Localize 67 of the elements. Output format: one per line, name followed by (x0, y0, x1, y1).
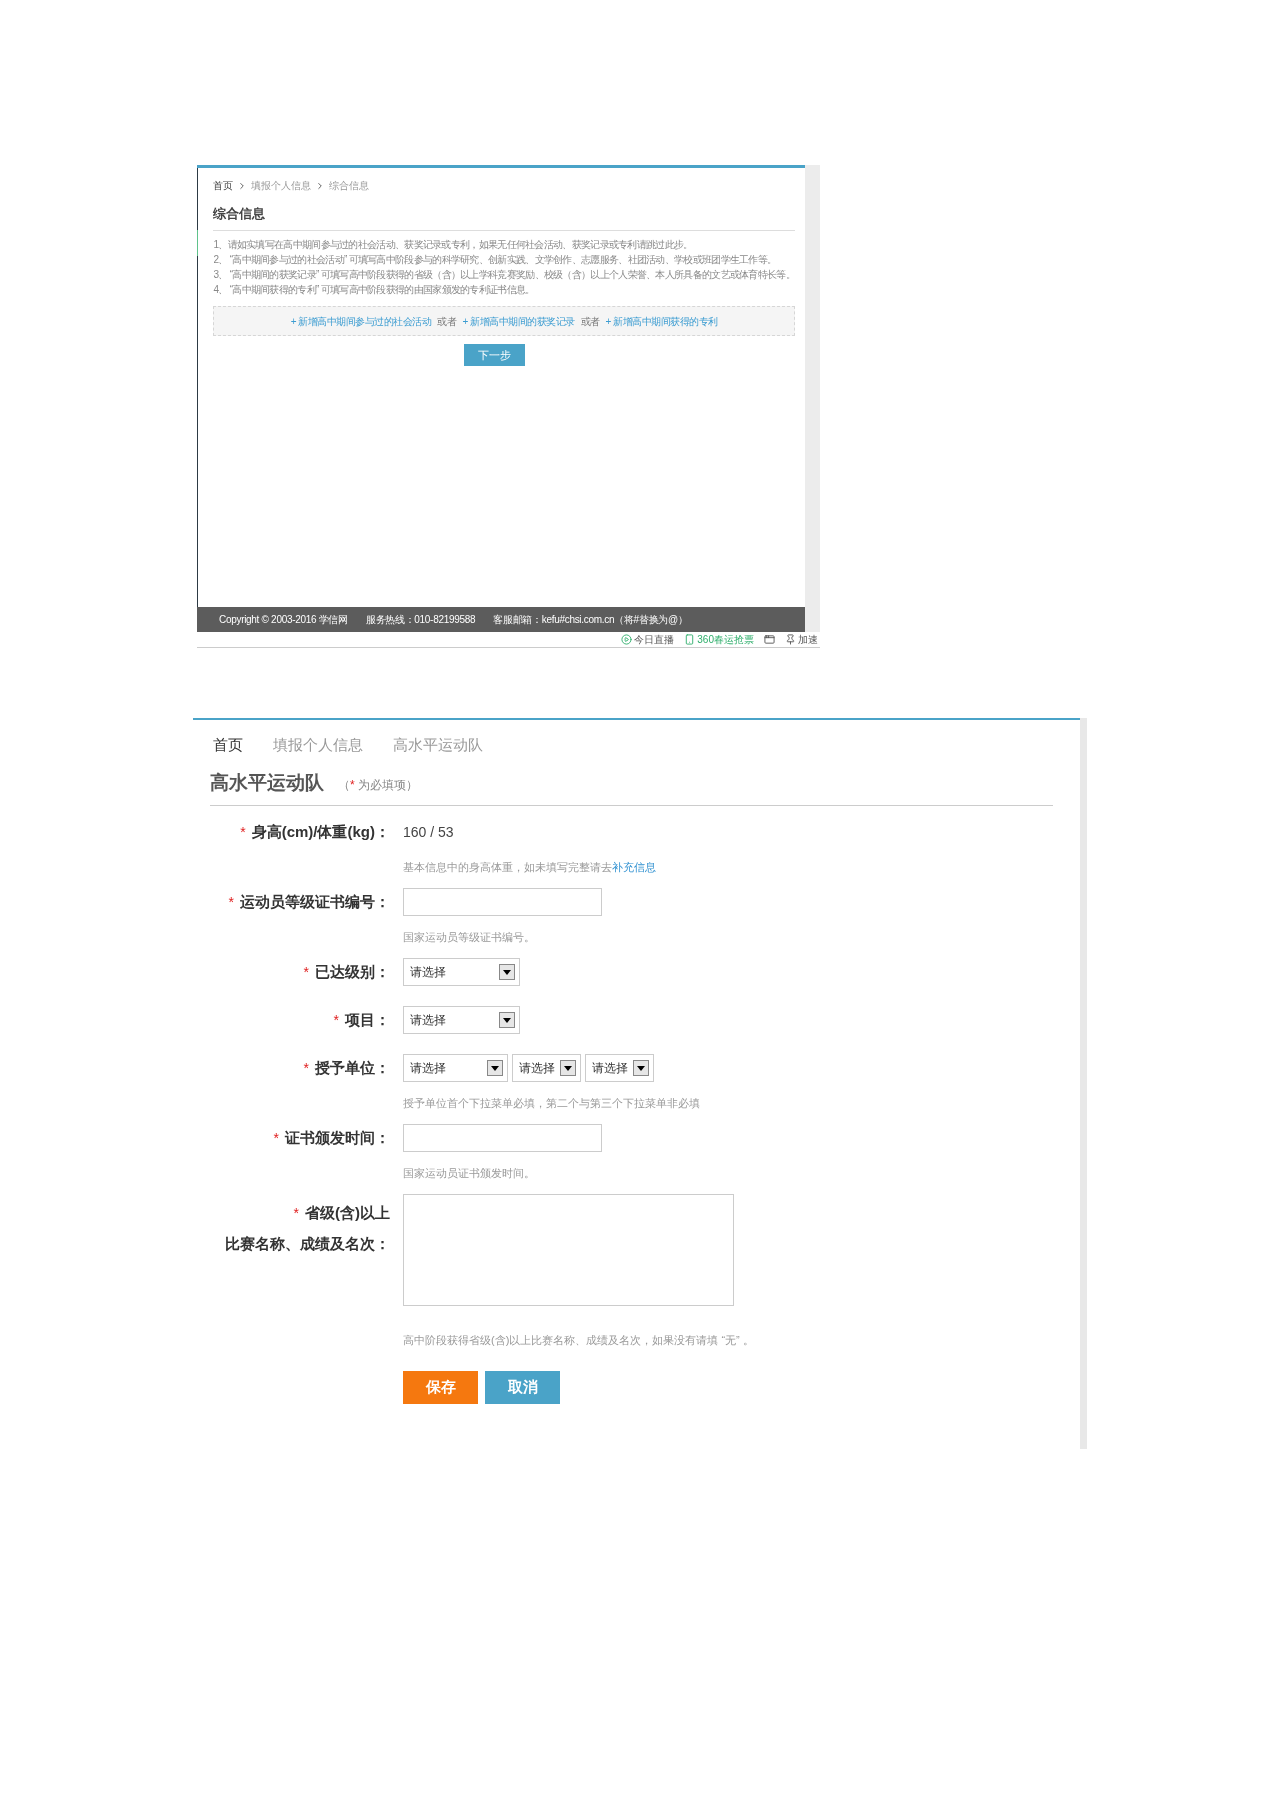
field-label: 身高(cm)/体重(kg)： (251, 821, 390, 842)
hint-text: 国家运动员证书颁发时间。 (403, 1167, 535, 1179)
field-label: 授予单位： (315, 1057, 390, 1078)
select-field[interactable]: 请选择 (512, 1054, 581, 1082)
breadcrumb-link[interactable]: 填报个人信息 (251, 178, 312, 193)
select-field[interactable]: 请选择 (403, 958, 520, 986)
footer-text: 服务热线：010-82199588 (365, 613, 476, 627)
caret-icon (560, 1060, 576, 1076)
hint-text: 国家运动员等级证书编号。 (403, 931, 535, 943)
required-mark: * (303, 1058, 309, 1078)
select-field[interactable]: 请选择 (585, 1054, 654, 1082)
caret-icon (499, 964, 515, 980)
instruction-text: 3、 “高中期间的获奖记录” 可填写高中阶段获得的省级（含）以上学科竞赛奖励、校级（含）以上个人荣誉、本人所具备的文艺或体育特长等。 (213, 268, 795, 281)
phone-icon (684, 634, 696, 645)
add-link[interactable]: + 新增高中期间获得的专利 (605, 313, 718, 329)
caret-icon (499, 1012, 515, 1028)
status-item[interactable]: 360春运抢票 (697, 633, 754, 646)
supplement-link[interactable]: 补充信息 (612, 861, 656, 873)
page-title: 综合信息 (213, 206, 266, 221)
cancel-button[interactable]: 取消 (485, 1371, 560, 1404)
instruction-text: 4、 “高中期间获得的专利” 可填写高中阶段获得的由国家颁发的专利证书信息。 (213, 283, 536, 296)
breadcrumb-link[interactable]: 填报个人信息 (273, 734, 363, 757)
required-mark: * (273, 1128, 279, 1148)
status-item[interactable]: 今日直播 (634, 633, 675, 646)
input-field[interactable] (403, 888, 602, 916)
required-note: 为必填项） (357, 776, 418, 794)
field-label: 省级(含)以上 (305, 1203, 390, 1223)
hint-text: 高中阶段获得省级(含)以上比赛名称、成绩及名次，如果没有请填 “无” 。 (403, 1334, 754, 1346)
required-mark: * (303, 962, 309, 982)
add-link[interactable]: + 新增高中期间参与过的社会活动 (290, 313, 432, 329)
instruction-text: 1、请如实填写在高中期间参与过的社会活动、获奖记录或专利，如果无任何社会活动、获奖记录或专利请跳过此步。 (213, 238, 694, 251)
required-mark: * (293, 1203, 299, 1223)
field-label: 运动员等级证书编号： (240, 891, 390, 912)
required-mark: * (240, 822, 246, 842)
field-label: 证书颁发时间： (285, 1127, 390, 1148)
play-icon (621, 634, 633, 645)
breadcrumb-link[interactable]: 首页 (213, 734, 243, 757)
save-button[interactable]: 保存 (403, 1371, 478, 1404)
required-mark: * (350, 776, 355, 794)
required-mark: * (333, 1010, 339, 1030)
caret-icon (487, 1060, 503, 1076)
field-value: 160 / 53 (403, 824, 454, 840)
window-icon[interactable] (764, 634, 775, 645)
required-mark: * (228, 892, 234, 912)
breadcrumb-link[interactable]: 高水平运动队 (393, 734, 483, 757)
footer-text: 客服邮箱：kefu#chsi.com.cn（将#替换为@） (493, 613, 688, 627)
breadcrumb-link[interactable]: 首页 (213, 178, 234, 193)
separator-text: 或者 (580, 314, 600, 329)
instruction-text: 2、 “高中期间参与过的社会活动” 可填写高中阶段参与的科学研究、创新实践、文学创作、志愿服务、社团活动、学校或班团学生工作等。 (213, 253, 778, 266)
next-button[interactable]: 下一步 (463, 344, 525, 366)
status-item[interactable]: 加速 (798, 633, 818, 646)
add-link[interactable]: + 新增高中期间的获奖记录 (462, 313, 575, 329)
textarea-field[interactable] (403, 1194, 734, 1306)
separator-text: 或者 (437, 314, 457, 329)
select-field[interactable]: 请选择 (403, 1006, 520, 1034)
footer-text: Copyright © 2003-2016 学信网 (219, 613, 348, 627)
field-label: 已达级别： (315, 961, 390, 982)
hint-text: 基本信息中的身高体重，如未填写完整请去补充信息 (403, 861, 656, 873)
note-bracket: （ (338, 776, 350, 794)
field-label: 项目： (345, 1009, 390, 1030)
pin-icon (785, 634, 796, 645)
select-field[interactable]: 请选择 (403, 1054, 508, 1082)
field-label: 比赛名称、成绩及名次： (225, 1233, 390, 1254)
breadcrumb-link[interactable]: 综合信息 (329, 178, 370, 193)
caret-icon (633, 1060, 649, 1076)
page-title: 高水平运动队 (210, 770, 324, 795)
input-field[interactable] (403, 1124, 602, 1152)
